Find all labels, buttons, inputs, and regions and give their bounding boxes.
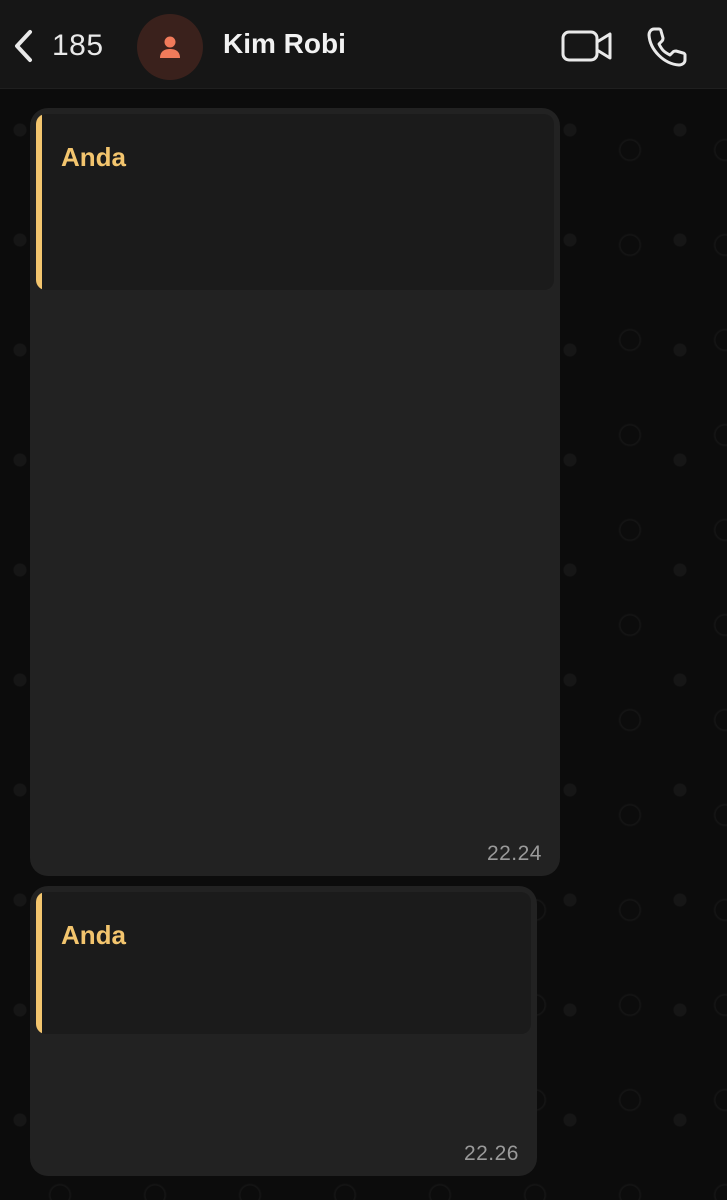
- video-call-button[interactable]: [560, 27, 614, 65]
- person-icon: [160, 36, 180, 58]
- quote-author: Anda: [61, 920, 126, 950]
- message-bubble[interactable]: Anda 22.26: [30, 886, 537, 1176]
- message-time: 22.24: [486, 842, 542, 865]
- message-time: 22.26: [463, 1142, 519, 1165]
- quoted-reply[interactable]: Anda: [36, 892, 531, 1034]
- quote-accent-bar: [36, 892, 42, 1034]
- quoted-reply[interactable]: Anda: [36, 114, 554, 290]
- back-button[interactable]: 185: [8, 22, 104, 70]
- chat-screen: 185 Kim Robi Anda 22.24 Anda 22.26: [0, 0, 727, 1200]
- quote-accent-bar: [36, 114, 42, 290]
- voice-call-button[interactable]: [645, 25, 689, 69]
- message-bubble[interactable]: Anda 22.24: [30, 108, 560, 876]
- video-camera-icon: [561, 30, 612, 62]
- unread-count: 185: [52, 29, 104, 62]
- contact-name[interactable]: Kim Robi: [223, 28, 346, 60]
- chevron-left-icon: [15, 30, 32, 62]
- chat-header: 185 Kim Robi: [0, 0, 727, 89]
- avatar[interactable]: [137, 14, 203, 80]
- quote-author: Anda: [61, 142, 126, 172]
- phone-icon: [647, 27, 687, 67]
